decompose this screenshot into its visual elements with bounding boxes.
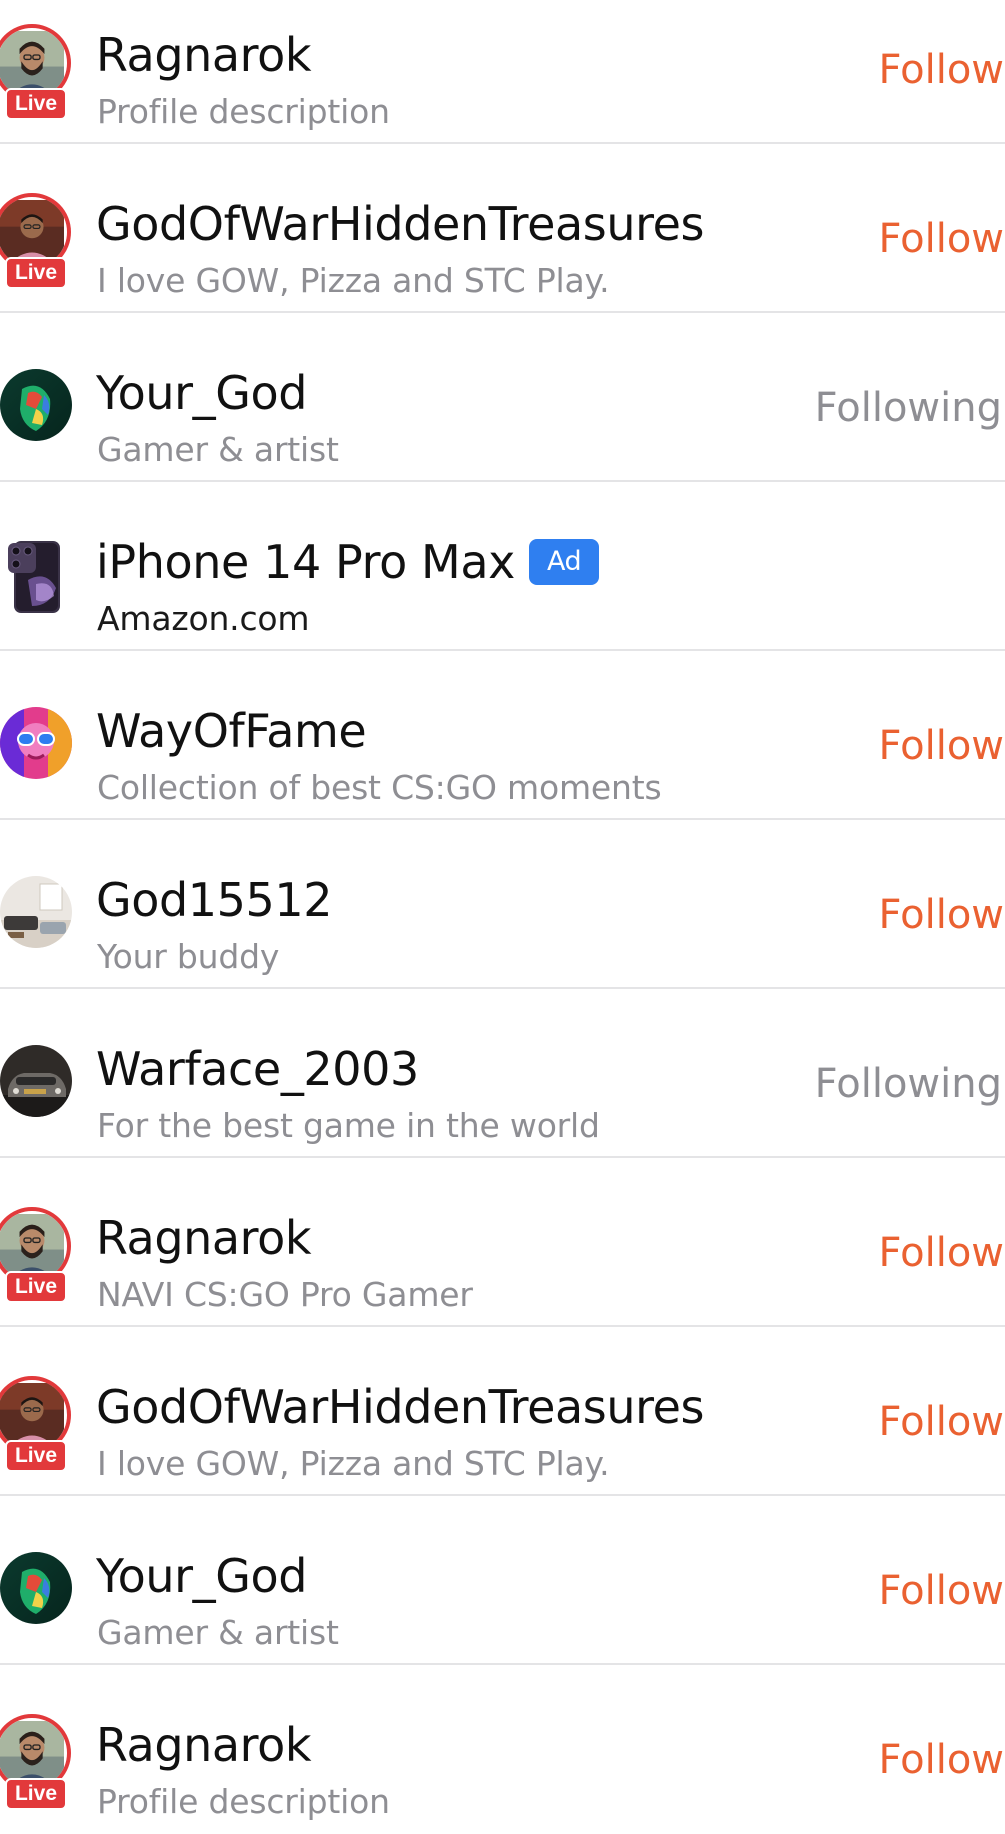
colorful-sunglasses-avatar — [0, 707, 72, 779]
follow-button[interactable]: Follow — [879, 1399, 1004, 1445]
neon-face-avatar — [0, 369, 72, 441]
following-button[interactable]: Following — [815, 385, 1002, 431]
follow-button[interactable]: Follow — [879, 1737, 1004, 1783]
avatar[interactable] — [0, 869, 79, 955]
username[interactable]: Ragnarok — [96, 28, 312, 82]
avatar[interactable]: Live — [0, 1207, 79, 1303]
username[interactable]: Your_God — [96, 1549, 307, 1603]
username[interactable]: Your_God — [96, 366, 307, 420]
profile-description: Your buddy — [97, 937, 280, 976]
live-badge: Live — [5, 1271, 67, 1303]
product-image[interactable] — [6, 540, 66, 614]
user-row[interactable]: Live GodOfWarHiddenTreasures I love GOW, P… — [0, 144, 1005, 313]
ad-source: Amazon.com — [97, 599, 310, 638]
user-row[interactable]: Live Ragnarok Profile description Follow — [0, 1665, 1005, 1834]
neon-face-avatar — [0, 1552, 72, 1624]
profile-description: Gamer & artist — [97, 1613, 339, 1652]
live-badge: Live — [5, 88, 67, 120]
follow-button[interactable]: Follow — [879, 216, 1004, 262]
avatar[interactable] — [0, 700, 79, 786]
avatar[interactable] — [0, 1038, 79, 1124]
follow-button[interactable]: Follow — [879, 47, 1004, 93]
username[interactable]: GodOfWarHiddenTreasures — [96, 197, 704, 251]
follow-button[interactable]: Follow — [879, 1568, 1004, 1614]
room-interior-avatar — [0, 876, 72, 948]
profile-description: Profile description — [97, 92, 390, 131]
profile-description: Collection of best CS:GO moments — [97, 768, 662, 807]
user-row[interactable]: WayOfFame Collection of best CS:GO moment… — [0, 651, 1005, 820]
live-badge: Live — [5, 1778, 67, 1810]
avatar[interactable]: Live — [0, 1376, 79, 1472]
user-row[interactable]: Live GodOfWarHiddenTreasures I love GOW, P… — [0, 1327, 1005, 1496]
avatar[interactable]: Live — [0, 1714, 79, 1810]
car-avatar — [0, 1045, 72, 1117]
user-row[interactable]: Your_God Gamer & artist Follow — [0, 1496, 1005, 1665]
user-row[interactable]: Your_God Gamer & artist Following — [0, 313, 1005, 482]
profile-description: Profile description — [97, 1782, 390, 1821]
avatar[interactable]: Live — [0, 24, 79, 120]
username[interactable]: Ragnarok — [96, 1211, 312, 1265]
profile-description: I love GOW, Pizza and STC Play. — [97, 261, 610, 300]
username[interactable]: GodOfWarHiddenTreasures — [96, 1380, 704, 1434]
user-row[interactable]: Live Ragnarok NAVI CS:GO Pro Gamer Follow — [0, 1158, 1005, 1327]
avatar[interactable] — [0, 362, 79, 448]
live-badge: Live — [5, 1440, 67, 1472]
follow-button[interactable]: Follow — [879, 1230, 1004, 1276]
profile-description: NAVI CS:GO Pro Gamer — [97, 1275, 473, 1314]
ad-badge: Ad — [528, 538, 600, 585]
avatar[interactable] — [0, 1545, 79, 1631]
user-row[interactable]: God15512 Your buddy Follow — [0, 820, 1005, 989]
following-button[interactable]: Following — [815, 1061, 1002, 1107]
username[interactable]: WayOfFame — [96, 704, 367, 758]
username[interactable]: God15512 — [96, 873, 333, 927]
user-row[interactable]: Live Ragnarok Profile description Follow — [0, 0, 1005, 144]
avatar[interactable]: Live — [0, 193, 79, 289]
username[interactable]: Warface_2003 — [96, 1042, 419, 1096]
user-list: Live Ragnarok Profile description Follow Liv… — [0, 0, 1005, 1834]
profile-description: I love GOW, Pizza and STC Play. — [97, 1444, 610, 1483]
ad-title-text: iPhone 14 Pro Max — [96, 535, 515, 589]
live-badge: Live — [5, 257, 67, 289]
ad-title[interactable]: iPhone 14 Pro Max Ad — [96, 535, 600, 589]
follow-button[interactable]: Follow — [879, 892, 1004, 938]
profile-description: Gamer & artist — [97, 430, 339, 469]
profile-description: For the best game in the world — [97, 1106, 600, 1145]
ad-row[interactable]: iPhone 14 Pro Max Ad Amazon.com — [0, 482, 1005, 651]
user-row[interactable]: Warface_2003 For the best game in the wor… — [0, 989, 1005, 1158]
username[interactable]: Ragnarok — [96, 1718, 312, 1772]
follow-button[interactable]: Follow — [879, 723, 1004, 769]
